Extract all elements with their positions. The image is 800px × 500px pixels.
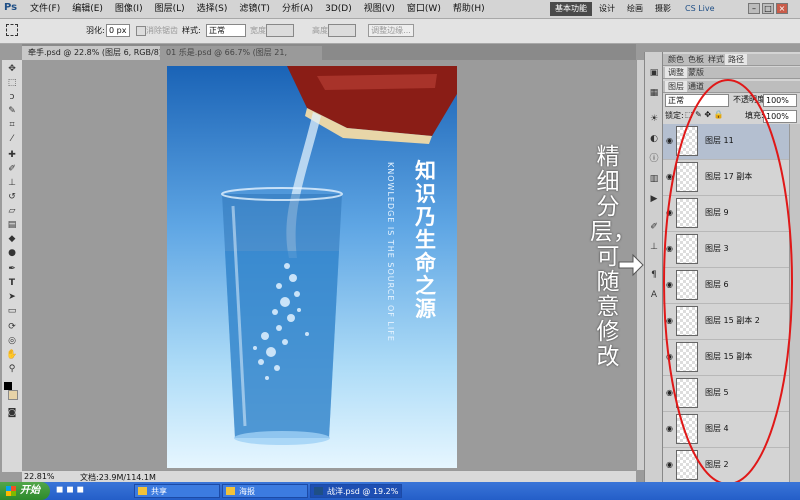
marquee-tool-icon[interactable]: [6, 24, 18, 36]
start-button[interactable]: 开始: [0, 482, 50, 500]
tab-swatches[interactable]: 色板: [685, 54, 707, 65]
close-icon[interactable]: ×: [776, 3, 788, 14]
menu-3d[interactable]: 3D(D): [319, 0, 358, 18]
task-label: 海报: [239, 487, 255, 496]
annotation-text: 精细分层，可随意修改: [590, 144, 636, 370]
feather-input[interactable]: 0 px: [106, 24, 130, 37]
poster-image: 知识乃生命之源 KNOWLEDGE IS THE SOURCE OF LIFE: [167, 66, 457, 468]
dodge-icon[interactable]: ●: [5, 248, 19, 258]
document-tabs: 牵手.psd @ 22.8% (图层 6, RGB/8) 01 乐是.psd @…: [22, 44, 636, 71]
pen-icon[interactable]: ✒: [5, 264, 19, 274]
hand-icon[interactable]: ✋: [5, 350, 19, 360]
marquee-icon[interactable]: ⬚: [5, 78, 19, 88]
3d-orbit-icon[interactable]: ◎: [5, 336, 19, 346]
height-input[interactable]: [328, 24, 356, 37]
gradient-icon[interactable]: ▤: [5, 220, 19, 230]
shape-icon[interactable]: ▭: [5, 306, 19, 316]
tab-styles[interactable]: 样式: [705, 54, 727, 65]
style-label: 样式:: [182, 26, 201, 35]
feather-label: 羽化:: [86, 26, 105, 35]
menu-select[interactable]: 选择(S): [191, 0, 234, 18]
quick-select-icon[interactable]: ✎: [5, 106, 19, 116]
toolbox: ✥ ⬚ ↄ ✎ ⌗ ⁄ ✚ ✐ ⊥ ↺ ▱ ▤ ◆ ● ✒ T ➤ ▭ ⟳ ◎ …: [2, 60, 23, 472]
arrow-right-icon: [618, 253, 644, 277]
menu-filter[interactable]: 滤镜(T): [233, 0, 276, 18]
canvas-area[interactable]: 知识乃生命之源 KNOWLEDGE IS THE SOURCE OF LIFE: [22, 60, 636, 470]
crop-icon[interactable]: ⌗: [5, 120, 19, 130]
blur-icon[interactable]: ◆: [5, 234, 19, 244]
tab-doc-1[interactable]: 牵手.psd @ 22.8% (图层 6, RGB/8): [22, 46, 170, 60]
poster-subtitle: KNOWLEDGE IS THE SOURCE OF LIFE: [386, 162, 395, 342]
workspace-essentials[interactable]: 基本功能: [550, 2, 592, 16]
lasso-icon[interactable]: ↄ: [5, 92, 19, 102]
tab-color[interactable]: 颜色: [665, 54, 687, 65]
eyedropper-icon[interactable]: ⁄: [5, 134, 19, 144]
glass-water: [225, 251, 339, 438]
background-color-swatch[interactable]: [8, 390, 18, 400]
start-label: 开始: [20, 485, 40, 496]
style-select[interactable]: 正常: [206, 24, 246, 37]
history-brush-icon[interactable]: ↺: [5, 192, 19, 202]
healing-brush-icon[interactable]: ✚: [5, 150, 19, 160]
options-bar: 羽化: 0 px 消除锯齿 样式: 正常 宽度: 高度: 调整边缘...: [0, 19, 800, 44]
tab-doc-2[interactable]: 01 乐是.psd @ 66.7% (图层 21, RGB/8): [160, 46, 322, 71]
menu-layer[interactable]: 图层(L): [149, 0, 191, 18]
workspace-photography[interactable]: 摄影: [650, 2, 676, 16]
folder-icon: [226, 487, 235, 495]
main-menu: 文件(F) 编辑(E) 图像(I) 图层(L) 选择(S) 滤镜(T) 分析(A…: [24, 0, 491, 18]
taskbar-item-poster[interactable]: 海报: [222, 484, 308, 498]
quick-launch-icons[interactable]: ◼ ◼ ◼: [56, 485, 84, 495]
menu-view[interactable]: 视图(V): [358, 0, 401, 18]
minimize-icon[interactable]: –: [748, 3, 760, 14]
menu-analysis[interactable]: 分析(A): [276, 0, 319, 18]
menu-edit[interactable]: 编辑(E): [66, 0, 109, 18]
move-tool-icon[interactable]: ✥: [5, 64, 19, 74]
workspace-design[interactable]: 设计: [594, 2, 620, 16]
color-panel-tabs: 颜色 色板 样式 路径: [663, 54, 800, 66]
poster-title: 知识乃生命之源: [415, 159, 436, 321]
antialias-checkbox[interactable]: [136, 26, 146, 36]
cs-live-link[interactable]: CS Live: [680, 2, 720, 16]
red-ellipse: [663, 79, 793, 485]
path-select-icon[interactable]: ➤: [5, 292, 19, 302]
status-zoom[interactable]: 22.81%: [24, 472, 55, 481]
quick-mask-icon[interactable]: ◙: [5, 408, 19, 418]
type-icon[interactable]: T: [5, 278, 19, 288]
restore-icon[interactable]: □: [762, 3, 774, 14]
brush-icon[interactable]: ✐: [5, 164, 19, 174]
windows-taskbar: 开始 ◼ ◼ ◼ 共享 海报 战洋.psd @ 19.2%: [0, 482, 800, 500]
menu-help[interactable]: 帮助(H): [447, 0, 491, 18]
taskbar-item-shared[interactable]: 共享: [134, 484, 220, 498]
zoom-icon[interactable]: ⚲: [5, 364, 19, 374]
poster-artwork: [221, 66, 457, 445]
antialias-label: 消除锯齿: [146, 26, 178, 35]
clone-stamp-icon[interactable]: ⊥: [5, 178, 19, 188]
workspace-painting[interactable]: 绘画: [622, 2, 648, 16]
highlight-ellipse: [663, 79, 793, 485]
folder-icon: [138, 487, 147, 495]
menu-bar: Ps 文件(F) 编辑(E) 图像(I) 图层(L) 选择(S) 滤镜(T) 分…: [0, 0, 800, 19]
menu-file[interactable]: 文件(F): [24, 0, 66, 18]
task-label: 战洋.psd @ 19.2%: [327, 487, 399, 496]
menu-window[interactable]: 窗口(W): [401, 0, 447, 18]
windows-logo-icon: [6, 486, 16, 496]
width-input[interactable]: [266, 24, 294, 37]
taskbar-item-photoshop[interactable]: 战洋.psd @ 19.2%: [310, 484, 402, 498]
eraser-icon[interactable]: ▱: [5, 206, 19, 216]
photoshop-logo: Ps: [4, 2, 18, 13]
foreground-color-swatch[interactable]: [4, 382, 12, 390]
tab-paths[interactable]: 路径: [725, 54, 747, 65]
task-label: 共享: [151, 487, 167, 496]
3d-rotate-icon[interactable]: ⟳: [5, 322, 19, 332]
photoshop-icon: [314, 487, 323, 495]
refine-edge-button[interactable]: 调整边缘...: [368, 24, 414, 37]
book-ornament: [317, 74, 437, 90]
glass-base: [234, 431, 330, 445]
menu-image[interactable]: 图像(I): [109, 0, 149, 18]
